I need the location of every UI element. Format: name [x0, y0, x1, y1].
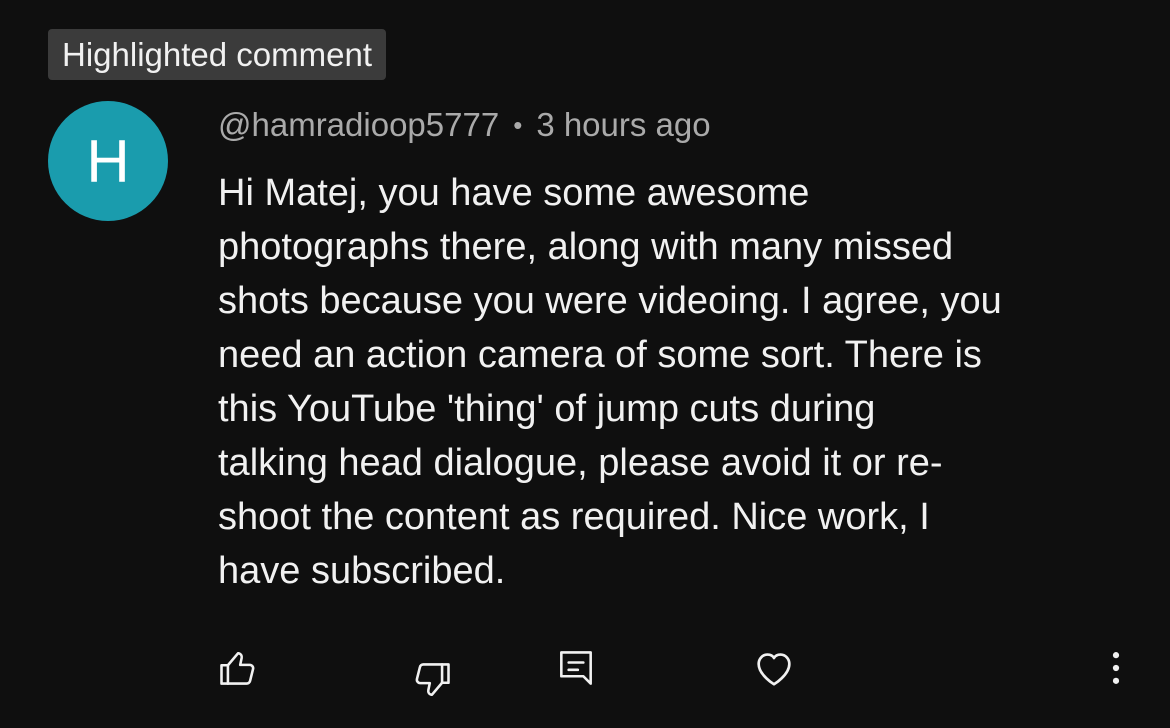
comment-line: photographs there, along with many misse…: [218, 226, 954, 268]
heart-button[interactable]: [750, 640, 798, 696]
comment-text: Hi Matej, you have some awesome photogra…: [218, 166, 1158, 598]
more-options-button[interactable]: [1092, 640, 1140, 696]
avatar[interactable]: H: [48, 101, 168, 221]
comment-meta: @hamradioop5777 • 3 hours ago: [218, 106, 711, 144]
more-vertical-icon: [1112, 652, 1120, 684]
author-name[interactable]: @hamradioop5777: [218, 106, 499, 144]
comment-line: shots because you were videoing. I agree…: [218, 280, 1002, 322]
separator-dot: •: [513, 109, 523, 140]
heart-icon: [757, 653, 791, 686]
comment-line: shoot the content as required. Nice work…: [218, 496, 930, 538]
comment-actions: [0, 640, 1170, 700]
dislike-button[interactable]: [408, 652, 456, 708]
like-button[interactable]: [214, 640, 262, 696]
comment-line: talking head dialogue, please avoid it o…: [218, 442, 943, 484]
comment-line: need an action camera of some sort. Ther…: [218, 334, 982, 376]
comment-timestamp[interactable]: 3 hours ago: [536, 106, 710, 144]
highlighted-comment-badge: Highlighted comment: [48, 29, 386, 80]
reply-icon: [560, 651, 592, 685]
comment-line: this YouTube 'thing' of jump cuts during: [218, 388, 876, 430]
reply-button[interactable]: [552, 640, 600, 696]
comment-line: have subscribed.: [218, 550, 506, 592]
comment-line: Hi Matej, you have some awesome: [218, 172, 810, 214]
thumbs-down-icon: [415, 663, 450, 696]
thumbs-up-icon: [220, 652, 255, 685]
